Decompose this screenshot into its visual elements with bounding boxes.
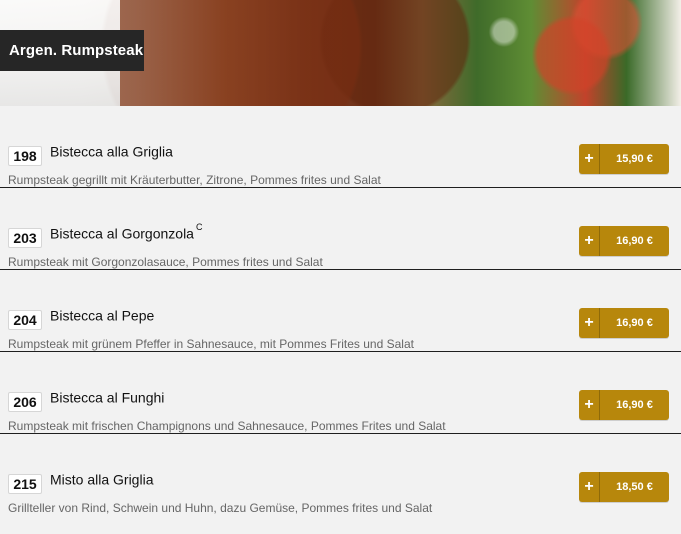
item-price[interactable]: 16,90 € [600,226,669,256]
item-price[interactable]: 16,90 € [600,308,669,338]
add-to-cart-button[interactable]: + 16,90 € [579,390,669,420]
item-name-text: Bistecca al Pepe [50,307,155,324]
item-number: 215 [8,474,42,494]
item-name: Bistecca al Pepe [50,307,156,324]
item-name: Bistecca alla Griglia [50,143,175,160]
plus-icon[interactable]: + [579,308,600,338]
item-name-text: Bistecca al Gorgonzola [50,225,194,242]
item-number: 198 [8,146,42,166]
item-description: Rumpsteak mit frischen Champignons und S… [8,419,446,433]
item-name-text: Misto alla Griglia [50,471,154,488]
add-to-cart-button[interactable]: + 16,90 € [579,308,669,338]
item-name-text: Bistecca alla Griglia [50,143,173,160]
item-price[interactable]: 16,90 € [600,390,669,420]
menu-item: 206 Bistecca al Funghi Rumpsteak mit fri… [0,352,681,434]
item-name: Bistecca al Funghi [50,389,166,406]
item-description: Grillteller von Rind, Schwein und Huhn, … [8,501,433,515]
add-to-cart-button[interactable]: + 16,90 € [579,226,669,256]
add-to-cart-button[interactable]: + 18,50 € [579,472,669,502]
item-name: Bistecca al Gorgonzola C [50,222,203,242]
item-price[interactable]: 18,50 € [600,472,669,502]
category-banner-image: Argen. Rumpsteak [0,0,681,106]
menu-item: 198 Bistecca alla Griglia Rumpsteak gegr… [0,106,681,188]
item-price[interactable]: 15,90 € [600,144,669,174]
category-title: Argen. Rumpsteak [0,30,144,71]
item-number: 204 [8,310,42,330]
item-description: Rumpsteak gegrillt mit Kräuterbutter, Zi… [8,173,381,187]
item-description: Rumpsteak mit grünem Pfeffer in Sahnesau… [8,337,414,351]
menu-list: 198 Bistecca alla Griglia Rumpsteak gegr… [0,106,681,534]
item-number: 203 [8,228,42,248]
allergen-superscript: C [195,222,203,232]
plus-icon[interactable]: + [579,226,600,256]
plus-icon[interactable]: + [579,390,600,420]
menu-item: 203 Bistecca al Gorgonzola C Rumpsteak mi… [0,188,681,270]
menu-item: 204 Bistecca al Pepe Rumpsteak mit grüne… [0,270,681,352]
menu-item: 215 Misto alla Griglia Grillteller von R… [0,434,681,534]
plus-icon[interactable]: + [579,144,600,174]
plus-icon[interactable]: + [579,472,600,502]
item-name: Misto alla Griglia [50,471,155,488]
item-description: Rumpsteak mit Gorgonzolasauce, Pommes fr… [8,255,323,269]
item-number: 206 [8,392,42,412]
add-to-cart-button[interactable]: + 15,90 € [579,144,669,174]
item-name-text: Bistecca al Funghi [50,389,165,406]
